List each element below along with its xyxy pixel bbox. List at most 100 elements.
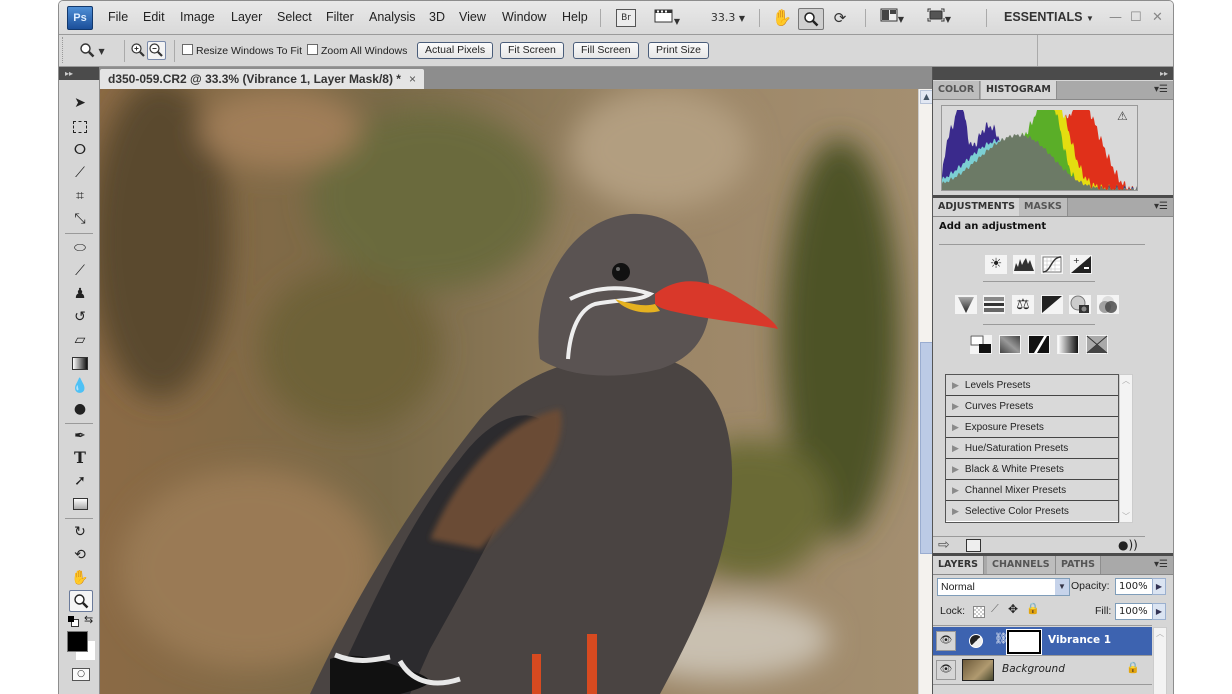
zoom-tool-button[interactable] <box>798 8 824 30</box>
foreground-color-swatch[interactable] <box>67 631 88 652</box>
close-button[interactable]: ✕ <box>1152 1 1163 34</box>
expanded-view-button[interactable] <box>966 539 981 552</box>
exposure-button[interactable]: + <box>1070 255 1092 274</box>
menu-view[interactable]: View <box>459 1 486 34</box>
expand-triangle-icon[interactable]: ▶ <box>952 485 959 495</box>
color-balance-button[interactable]: ⚖ <box>1012 295 1034 314</box>
brightness-contrast-button[interactable]: ☀ <box>985 255 1007 274</box>
layer-mask-thumbnail[interactable] <box>1006 629 1042 655</box>
expand-triangle-icon[interactable]: ▶ <box>952 506 959 516</box>
layer-name[interactable]: Vibrance 1 <box>1048 634 1111 646</box>
curves-button[interactable] <box>1041 255 1063 274</box>
panel-menu-icon[interactable]: ▾☰ <box>1154 198 1168 216</box>
fill-input[interactable]: 100% <box>1115 603 1154 620</box>
preset-exposure[interactable]: ▶ Exposure Presets <box>946 417 1118 438</box>
blur-tool[interactable]: 💧 <box>69 376 91 396</box>
healing-brush-tool[interactable]: ⬭ <box>69 238 91 258</box>
presets-scrollbar[interactable]: ︿ ﹀ <box>1119 374 1133 523</box>
channel-mixer-button[interactable] <box>1097 295 1119 314</box>
threshold-button[interactable] <box>1028 335 1050 354</box>
visibility-toggle[interactable]: 👁 <box>936 631 956 651</box>
document-tab[interactable]: d350-059.CR2 @ 33.3% (Vibrance 1, Layer … <box>100 69 424 89</box>
menu-filter[interactable]: Filter <box>326 1 354 34</box>
preset-levels[interactable]: ▶ Levels Presets <box>946 375 1118 396</box>
fill-screen-button[interactable]: Fill Screen <box>573 42 639 59</box>
resize-windows-checkbox[interactable]: Resize Windows To Fit <box>182 44 302 57</box>
lock-transparent-button[interactable] <box>973 606 985 618</box>
dock-collapse-button[interactable]: ▸▸ <box>933 67 1173 80</box>
close-document-icon[interactable]: × <box>409 72 416 86</box>
workspace-switcher[interactable]: ESSENTIALS ▼ <box>1004 1 1094 35</box>
fit-screen-button[interactable]: Fit Screen <box>500 42 564 59</box>
layer-row-vibrance[interactable]: 👁 ⛓ Vibrance 1 <box>933 627 1152 656</box>
black-white-button[interactable] <box>1041 295 1063 314</box>
tab-channels[interactable]: CHANNELS <box>987 556 1056 574</box>
menu-help[interactable]: Help <box>562 1 588 34</box>
levels-button[interactable] <box>1013 255 1035 274</box>
expand-triangle-icon[interactable]: ▶ <box>952 401 959 411</box>
visibility-toggle[interactable]: 👁 <box>936 660 956 680</box>
zoom-out-button[interactable] <box>147 41 166 60</box>
checkbox-box[interactable] <box>182 44 193 55</box>
maximize-button[interactable]: ☐ <box>1130 1 1142 34</box>
arrange-documents-button[interactable]: ▼ <box>874 8 910 28</box>
preset-selective-color[interactable]: ▶ Selective Color Presets <box>946 501 1118 521</box>
zoom-in-button[interactable] <box>130 42 146 58</box>
mini-bridge-button[interactable]: ▼ <box>649 8 685 28</box>
options-bar-grip[interactable] <box>62 37 67 63</box>
history-brush-tool[interactable]: ↺ <box>69 307 91 327</box>
rotate-view-button[interactable]: ⟳ <box>829 8 851 28</box>
lock-position-button[interactable]: ✥ <box>1008 602 1018 616</box>
shape-tool[interactable] <box>69 494 91 514</box>
layer-thumbnail[interactable] <box>962 659 994 681</box>
lasso-tool[interactable]: ⵔ <box>69 140 91 160</box>
zoom-tool[interactable] <box>69 590 93 612</box>
posterize-button[interactable] <box>999 335 1021 354</box>
crop-tool[interactable]: ⌗ <box>69 186 91 206</box>
tab-paths[interactable]: PATHS <box>1056 556 1101 574</box>
layer-name[interactable]: Background <box>1002 663 1065 675</box>
zoom-level-dropdown[interactable]: 33.3 ▼ <box>705 8 751 28</box>
scroll-up-arrow[interactable]: ︿ <box>1120 375 1132 386</box>
opacity-input[interactable]: 100% <box>1115 578 1154 595</box>
panel-menu-icon[interactable]: ▾☰ <box>1154 81 1168 99</box>
tab-color[interactable]: COLOR <box>933 81 981 99</box>
swap-colors-button[interactable]: ⇆ <box>84 613 93 626</box>
menu-edit[interactable]: Edit <box>143 1 165 34</box>
clipping-options-button[interactable]: ●)) <box>1118 538 1138 552</box>
scroll-down-arrow[interactable]: ﹀ <box>1120 511 1132 522</box>
tool-preset-picker[interactable]: ▼ <box>79 42 105 61</box>
tools-panel-collapse[interactable]: ▸▸ <box>59 67 99 80</box>
canvas-vertical-scrollbar[interactable]: ▲ <box>918 89 933 694</box>
hand-tool-button[interactable]: ✋ <box>771 8 793 28</box>
eraser-tool[interactable]: ▱ <box>69 330 91 350</box>
return-to-list-button[interactable]: ⇨ <box>938 537 950 553</box>
menu-layer[interactable]: Layer <box>231 1 262 34</box>
expand-triangle-icon[interactable]: ▶ <box>952 464 959 474</box>
lock-all-button[interactable]: 🔒 <box>1026 602 1040 615</box>
tab-histogram[interactable]: HISTOGRAM <box>981 81 1057 99</box>
print-size-button[interactable]: Print Size <box>648 42 709 59</box>
panel-menu-icon[interactable]: ▾☰ <box>1154 556 1168 574</box>
vibrance-button[interactable] <box>955 295 977 314</box>
hand-tool[interactable]: ✋ <box>69 568 91 588</box>
scroll-up-arrow[interactable]: ︿ <box>1154 628 1166 639</box>
menu-image[interactable]: Image <box>180 1 215 34</box>
selective-color-button[interactable] <box>1086 335 1108 354</box>
expand-triangle-icon[interactable]: ▶ <box>952 422 959 432</box>
fill-slider-button[interactable]: ▶ <box>1152 603 1166 620</box>
blend-mode-select[interactable]: Normal ▼ <box>937 578 1070 596</box>
pen-tool[interactable]: ✒ <box>69 426 91 446</box>
photo-filter-button[interactable] <box>1069 295 1091 314</box>
path-selection-tool[interactable]: ➚ <box>69 471 91 491</box>
expand-triangle-icon[interactable]: ▶ <box>952 380 959 390</box>
preset-hue-saturation[interactable]: ▶ Hue/Saturation Presets <box>946 438 1118 459</box>
layers-scrollbar[interactable]: ︿ <box>1153 627 1167 694</box>
preset-channel-mixer[interactable]: ▶ Channel Mixer Presets <box>946 480 1118 501</box>
preset-black-white[interactable]: ▶ Black & White Presets <box>946 459 1118 480</box>
tab-layers[interactable]: LAYERS <box>933 556 985 574</box>
menu-analysis[interactable]: Analysis <box>369 1 416 34</box>
screen-mode-button[interactable]: ▼ <box>921 8 957 28</box>
tab-adjustments[interactable]: ADJUSTMENTS <box>933 198 1022 216</box>
brush-tool[interactable]: ⟋ <box>69 261 91 281</box>
